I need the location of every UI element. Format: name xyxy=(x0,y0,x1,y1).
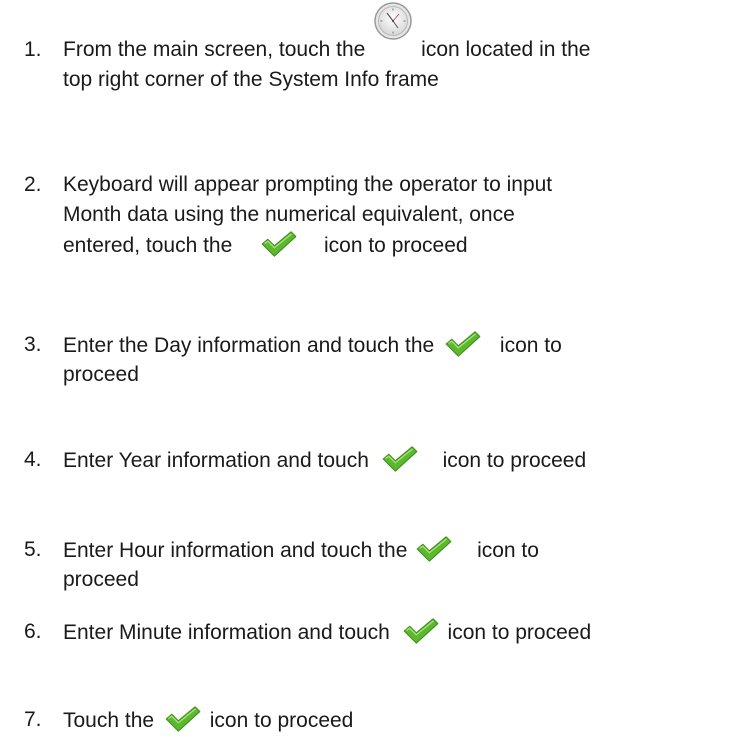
step-text-line1: Keyboard will appear prompting the opera… xyxy=(63,173,553,196)
step-text-continued: top right corner of the System Info fram… xyxy=(63,68,439,91)
step-text-before: From the main screen, touch the xyxy=(63,38,366,61)
step-text-after: icon located in the xyxy=(421,38,591,61)
step-number: 5. xyxy=(24,538,42,561)
checkmark-icon xyxy=(444,330,482,358)
checkmark-icon xyxy=(260,230,298,258)
step-text-before: Enter Minute information and touch xyxy=(63,621,390,644)
step-text-before: Enter the Day information and touch the xyxy=(63,334,435,357)
step-text: Keyboard will appear prompting the opera… xyxy=(63,170,713,200)
step-text-line2: Month data using the numerical equivalen… xyxy=(63,203,515,226)
checkmark-icon xyxy=(164,705,202,733)
step-number: 1. xyxy=(24,38,42,61)
checkmark-icon xyxy=(402,617,440,645)
step-text-continued: proceed xyxy=(63,568,139,591)
step-text: Enter Hour information and touch the ico… xyxy=(63,535,539,566)
step-number: 6. xyxy=(24,620,42,643)
step-text-line3: entered, touch the icon to proceed xyxy=(63,230,468,261)
step-text-before: Enter Year information and touch xyxy=(63,449,369,472)
step-text-after: icon to proceed xyxy=(447,621,592,644)
step-text-continued: proceed xyxy=(63,363,139,386)
checkmark-icon xyxy=(415,535,453,563)
step-number: 4. xyxy=(24,448,42,471)
step-text-after: icon to xyxy=(477,539,539,562)
step-number: 7. xyxy=(24,708,42,731)
step-text-after: icon to proceed xyxy=(442,449,587,472)
step-text-after: icon to proceed xyxy=(209,709,354,732)
step-text-before: entered, touch the xyxy=(63,234,233,257)
step-text: Enter the Day information and touch the … xyxy=(63,330,562,361)
step-text: From the main screen, touch the icon loc… xyxy=(63,2,591,65)
checkmark-icon xyxy=(381,445,419,473)
step-text-before: Enter Hour information and touch the xyxy=(63,539,408,562)
clock-icon xyxy=(373,2,412,61)
step-number: 3. xyxy=(24,333,42,356)
step-text: Enter Minute information and touch icon … xyxy=(63,617,591,648)
step-text-after: icon to proceed xyxy=(323,234,468,257)
step-text-after: icon to xyxy=(499,334,562,357)
step-number: 2. xyxy=(24,173,42,196)
step-text: Enter Year information and touch icon to… xyxy=(63,445,586,476)
step-text: Touch the icon to proceed xyxy=(63,705,353,736)
step-text-before: Touch the xyxy=(63,709,155,732)
